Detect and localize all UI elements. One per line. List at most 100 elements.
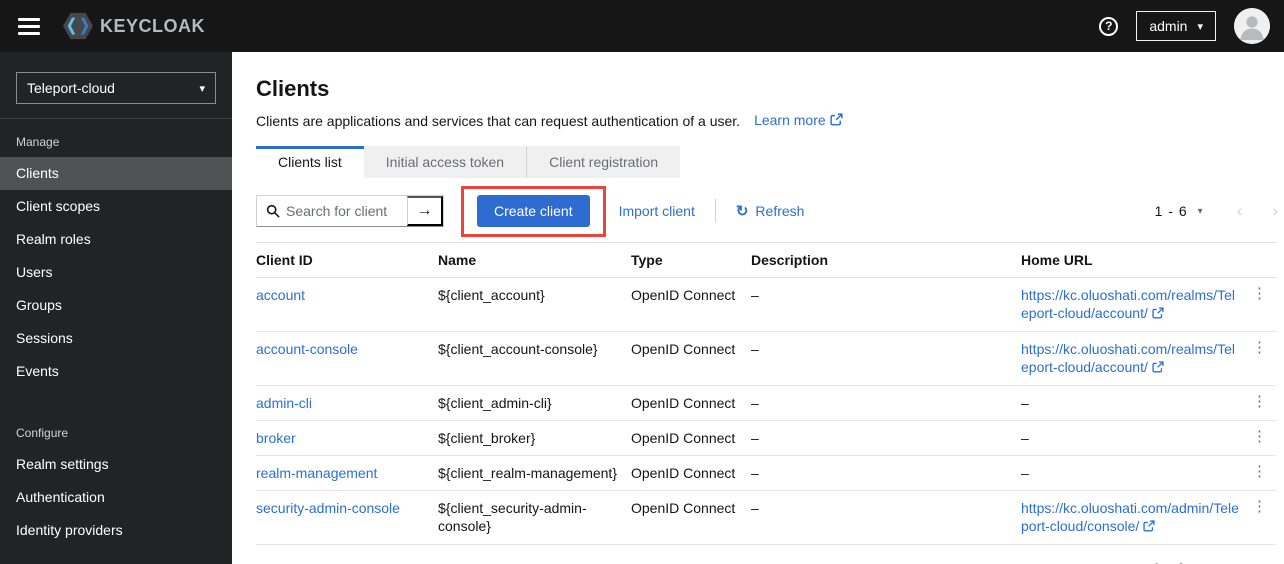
- next-page-icon[interactable]: ›: [1270, 558, 1276, 564]
- client-id-link[interactable]: account: [256, 287, 305, 303]
- table-row: admin-cli ${client_admin-cli} OpenID Con…: [256, 385, 1276, 421]
- top-bar: KEYCLOAK ? admin ▾: [0, 0, 1284, 52]
- client-description: –: [751, 455, 1021, 491]
- sidebar-item-users[interactable]: Users: [0, 256, 232, 289]
- column-home-url: Home URL: [1021, 242, 1252, 278]
- table-row: account ${client_account} OpenID Connect…: [256, 277, 1276, 332]
- avatar[interactable]: [1234, 8, 1270, 44]
- external-link-icon: [1152, 305, 1164, 323]
- client-type: OpenID Connect: [631, 385, 751, 421]
- client-id-link[interactable]: account-console: [256, 341, 358, 357]
- realm-selector[interactable]: Teleport-cloud ▾: [16, 72, 216, 104]
- search-box: →: [256, 195, 444, 227]
- keycloak-logo: KEYCLOAK: [62, 11, 205, 41]
- column-client-id: Client ID: [256, 242, 438, 278]
- create-client-button[interactable]: Create client: [477, 195, 590, 227]
- kebab-menu-icon[interactable]: ⋮: [1252, 420, 1276, 456]
- table-row: realm-management ${client_realm-manageme…: [256, 455, 1276, 491]
- column-type: Type: [631, 242, 751, 278]
- page-title: Clients: [256, 76, 330, 101]
- previous-page-icon[interactable]: ‹: [1237, 201, 1243, 221]
- nav-toggle-icon[interactable]: [18, 17, 40, 35]
- sidebar-item-groups[interactable]: Groups: [0, 289, 232, 322]
- client-type: OpenID Connect: [631, 420, 751, 456]
- client-description: –: [751, 420, 1021, 456]
- client-id-link[interactable]: admin-cli: [256, 395, 312, 411]
- external-link-icon: [830, 113, 843, 129]
- brand-name: KEYCLOAK: [100, 15, 206, 36]
- table-row: account-console ${client_account-console…: [256, 331, 1276, 386]
- pagination-top: 1 - 6 ▾ ‹ ›: [1155, 201, 1278, 221]
- next-page-icon[interactable]: ›: [1272, 201, 1278, 221]
- chevron-down-icon: ▾: [199, 82, 205, 95]
- table-header-row: Client ID Name Type Description Home URL: [256, 242, 1276, 278]
- search-input[interactable]: [286, 203, 407, 219]
- tab-initial-access-token[interactable]: Initial access token: [363, 146, 528, 178]
- previous-page-icon[interactable]: ‹: [1235, 558, 1241, 564]
- clients-table: Client ID Name Type Description Home URL…: [256, 242, 1276, 545]
- client-type: OpenID Connect: [631, 490, 751, 545]
- learn-more-link[interactable]: Learn more: [754, 112, 843, 129]
- sidebar-item-realm-settings[interactable]: Realm settings: [0, 448, 232, 481]
- sidebar-item-authentication[interactable]: Authentication: [0, 481, 232, 514]
- import-client-link[interactable]: Import client: [619, 203, 695, 219]
- home-url-empty: –: [1021, 420, 1252, 456]
- tab-clients-list[interactable]: Clients list: [256, 146, 364, 178]
- home-url-link[interactable]: https://kc.oluoshati.com/realms/Teleport…: [1021, 287, 1235, 321]
- pagination-dropdown-icon[interactable]: ▾: [1198, 206, 1203, 217]
- kebab-menu-icon[interactable]: ⋮: [1252, 455, 1276, 491]
- kebab-menu-icon[interactable]: ⋮: [1252, 331, 1276, 386]
- column-actions: [1252, 242, 1276, 278]
- pagination-range: 1 - 6: [1154, 203, 1188, 219]
- table-row: security-admin-console ${client_security…: [256, 490, 1276, 545]
- client-id-link[interactable]: security-admin-console: [256, 500, 400, 516]
- kebab-menu-icon[interactable]: ⋮: [1252, 385, 1276, 421]
- user-menu-dropdown[interactable]: admin ▾: [1136, 11, 1216, 41]
- search-submit-button[interactable]: →: [407, 196, 443, 226]
- column-name: Name: [438, 242, 631, 278]
- sidebar-item-events[interactable]: Events: [0, 355, 232, 388]
- client-description: –: [751, 277, 1021, 332]
- client-id-link[interactable]: realm-management: [256, 465, 377, 481]
- nav-section-configure: Configure: [16, 426, 69, 440]
- pagination-range: 1 - 6: [1153, 560, 1186, 564]
- home-url-link[interactable]: https://kc.oluoshati.com/realms/Teleport…: [1021, 341, 1235, 375]
- nav-section-manage: Manage: [16, 135, 60, 149]
- client-description: –: [751, 490, 1021, 545]
- chevron-down-icon: ▾: [1197, 20, 1203, 33]
- sidebar-item-clients[interactable]: Clients: [0, 157, 232, 190]
- sidebar-item-sessions[interactable]: Sessions: [0, 322, 232, 355]
- tab-client-registration[interactable]: Client registration: [527, 146, 681, 178]
- external-link-icon: [1152, 359, 1164, 377]
- client-name: ${client_account}: [438, 277, 631, 332]
- client-description: –: [751, 385, 1021, 421]
- client-name: ${client_account-console}: [438, 331, 631, 386]
- page-subtitle: Clients are applications and services th…: [256, 112, 741, 129]
- client-name: ${client_admin-cli}: [438, 385, 631, 421]
- client-name: ${client_security-admin-console}: [438, 490, 631, 545]
- search-icon: [257, 204, 286, 218]
- client-description: –: [751, 331, 1021, 386]
- sidebar-item-realm-roles[interactable]: Realm roles: [0, 223, 232, 256]
- keycloak-logo-icon: [63, 12, 93, 40]
- client-id-link[interactable]: broker: [256, 430, 296, 446]
- realm-name: Teleport-cloud: [27, 80, 115, 96]
- client-name: ${client_broker}: [438, 420, 631, 456]
- refresh-button[interactable]: ↻ Refresh: [736, 202, 805, 220]
- kebab-menu-icon[interactable]: ⋮: [1252, 490, 1276, 545]
- home-url-link[interactable]: https://kc.oluoshati.com/admin/Teleport-…: [1021, 500, 1239, 534]
- client-name: ${client_realm-management}: [438, 455, 631, 491]
- help-icon[interactable]: ?: [1099, 16, 1119, 36]
- kebab-menu-icon[interactable]: ⋮: [1252, 277, 1276, 332]
- user-avatar-icon: [1234, 8, 1270, 44]
- toolbar: → Create client Import client ↻ Refresh …: [256, 186, 1278, 237]
- client-type: OpenID Connect: [631, 455, 751, 491]
- main-content: Clients Clients are applications and ser…: [232, 52, 1284, 564]
- client-type: OpenID Connect: [631, 277, 751, 332]
- sidebar-item-client-scopes[interactable]: Client scopes: [0, 190, 232, 223]
- user-menu-label: admin: [1149, 18, 1188, 34]
- external-link-icon: [1143, 518, 1155, 536]
- tab-bar: Clients list Initial access token Client…: [256, 146, 1278, 178]
- column-description: Description: [751, 242, 1021, 278]
- sidebar-item-identity-providers[interactable]: Identity providers: [0, 514, 232, 547]
